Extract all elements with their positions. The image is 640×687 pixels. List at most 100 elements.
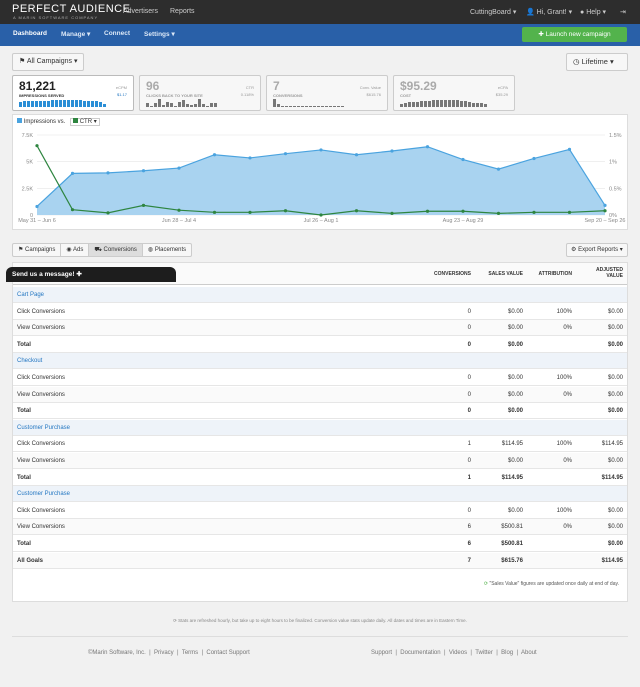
logout-icon[interactable]: ⇥ — [620, 8, 626, 16]
table-cell: $114.95 — [601, 557, 623, 564]
sparkline-bar — [297, 106, 300, 107]
footer-support-link[interactable]: Support — [371, 650, 392, 656]
sparkline-bar — [83, 101, 86, 107]
row-label: Total — [17, 541, 31, 547]
stats-note: ⟳ Stats are refreshed hourly, but take u… — [0, 618, 640, 624]
logo[interactable]: PERFECT AUDIENCE — [12, 4, 130, 15]
table-cell: $0.00 — [607, 308, 623, 315]
footer-contact-link[interactable]: Contact Support — [206, 650, 249, 656]
logo-subtitle: A MARIN SOFTWARE COMPANY — [13, 15, 99, 20]
footer-blog-link[interactable]: Blog — [501, 650, 513, 656]
sparkline-bar — [67, 100, 70, 107]
sparkline-bar — [210, 103, 213, 107]
row-label: Click Conversions — [17, 507, 66, 514]
stat-cost[interactable]: $95.29 COST eCPA $35.29 — [393, 75, 515, 111]
stat-impressions[interactable]: 81,221 IMPRESSIONS SERVED eCPM $1.17 — [12, 75, 134, 111]
footer-terms-link[interactable]: Terms — [182, 650, 198, 656]
row-label[interactable]: Checkout — [17, 358, 42, 364]
tab-placements[interactable]: ◍ Placements — [143, 244, 191, 256]
footer-about-link[interactable]: About — [521, 650, 537, 656]
ctr-point — [461, 209, 465, 213]
date-range-dropdown[interactable]: ◷ Lifetime ▾ — [566, 53, 628, 71]
sparkline-bar — [63, 100, 66, 107]
sparkline-bar — [448, 100, 451, 107]
stat-clicks[interactable]: 96 CLICKS BACK TO YOUR SITE CTR 0.118% — [139, 75, 261, 111]
ctr-point — [496, 211, 501, 215]
top-bar: PERFECT AUDIENCE A MARIN SOFTWARE COMPAN… — [0, 0, 640, 24]
row-label[interactable]: Customer Purchase — [17, 491, 70, 497]
table-cell: 0% — [563, 524, 572, 531]
plus-icon: ✚ — [76, 271, 82, 278]
stat-conversions[interactable]: 7 CONVERSIONS Conv. Value $615.76 — [266, 75, 388, 111]
footer-twitter-link[interactable]: Twitter — [475, 650, 493, 656]
footer-documentation-link[interactable]: Documentation — [400, 650, 440, 656]
table-cell: 0% — [563, 391, 572, 398]
stat-value: $95.29 — [400, 79, 437, 93]
table-row: Total 0 $0.00 $0.00 — [13, 403, 627, 420]
impressions-point — [496, 167, 501, 171]
table-group-row: Customer Purchase — [13, 419, 627, 436]
sparkline-bar — [456, 100, 459, 107]
sparkline-bar — [71, 100, 74, 107]
col-conversions: CONVERSIONS — [434, 271, 471, 277]
ctr-point — [212, 210, 217, 214]
y-tick-left: 5K — [26, 160, 33, 166]
export-reports-dropdown[interactable]: ⚙ Export Reports ▾ — [566, 243, 628, 257]
account-menu[interactable]: CuttingBoard ▾ — [470, 8, 516, 16]
table-cell: $0.00 — [507, 507, 523, 514]
nav-advertisers[interactable]: Advertisers — [123, 8, 158, 15]
sparkline-bar — [277, 104, 280, 107]
campaign-filter-dropdown[interactable]: ⚑ All Campaigns ▾ — [12, 53, 85, 71]
help-menu[interactable]: ● Help ▾ — [580, 8, 606, 16]
table-cell: $615.76 — [501, 557, 523, 564]
x-tick: May 31 – Jun 6 — [18, 218, 56, 224]
nav-connect[interactable]: Connect — [104, 30, 130, 37]
nav-settings[interactable]: Settings ▾ — [144, 30, 175, 38]
tab-conversions[interactable]: ⛟ Conversions — [89, 244, 143, 256]
ctr-point — [283, 209, 288, 213]
sparkline-bar — [162, 105, 165, 107]
sparkline-bar — [55, 100, 58, 107]
sparkline-bar — [182, 100, 185, 107]
sparkline-bar — [484, 104, 487, 107]
nav-dashboard[interactable]: Dashboard — [13, 30, 47, 37]
table-group-row: Cart Page — [13, 287, 627, 303]
ctr-point — [425, 209, 430, 213]
sparkline-bar — [75, 100, 78, 107]
impressions-point — [603, 203, 607, 207]
table-row: Total 1 $114.95 $114.95 — [13, 470, 627, 486]
sparkline-bar — [301, 106, 304, 107]
table-cell: 6 — [467, 524, 471, 531]
chevron-down-icon: ▾ — [610, 57, 614, 66]
refresh-icon: ⟳ — [173, 618, 177, 623]
row-label: View Conversions — [17, 524, 65, 531]
table-cell: $0.00 — [607, 541, 623, 547]
sparkline-bar — [325, 106, 328, 107]
sparkline — [400, 97, 487, 107]
sparkline-bar — [186, 104, 189, 107]
send-message-label: Send us a message! — [12, 271, 75, 278]
impressions-point — [35, 204, 39, 209]
user-menu[interactable]: 👤 Hi, Grant! ▾ — [526, 8, 572, 16]
sparkline-bar — [341, 106, 344, 107]
sparkline-bar — [95, 101, 98, 107]
sparkline-bar — [174, 106, 177, 107]
table-row: All Goals 7 $615.76 $114.95 — [13, 552, 627, 569]
sparkline-bar — [424, 101, 427, 107]
sparkline-bar — [444, 100, 447, 107]
footer-videos-link[interactable]: Videos — [449, 650, 467, 656]
x-tick: Jun 28 – Jul 4 — [162, 218, 196, 224]
launch-campaign-button[interactable]: ✚ Launch new campaign — [522, 27, 627, 42]
row-label[interactable]: Cart Page — [17, 292, 44, 298]
sparkline-bar — [440, 100, 443, 107]
footer-privacy-link[interactable]: Privacy — [154, 650, 174, 656]
nav-reports[interactable]: Reports — [170, 8, 195, 15]
row-label[interactable]: Customer Purchase — [17, 425, 70, 431]
tab-campaigns[interactable]: ⚑ Campaigns — [13, 244, 62, 256]
send-message-button[interactable]: Send us a message! ✚ — [6, 267, 176, 282]
table-row: View Conversions 6 $500.81 0% $0.00 — [13, 519, 627, 536]
table-row: Total 6 $500.81 $0.00 — [13, 536, 627, 552]
table-cell: $0.00 — [607, 341, 623, 348]
tab-ads[interactable]: ◉ Ads — [61, 244, 90, 256]
nav-manage[interactable]: Manage ▾ — [61, 30, 90, 38]
